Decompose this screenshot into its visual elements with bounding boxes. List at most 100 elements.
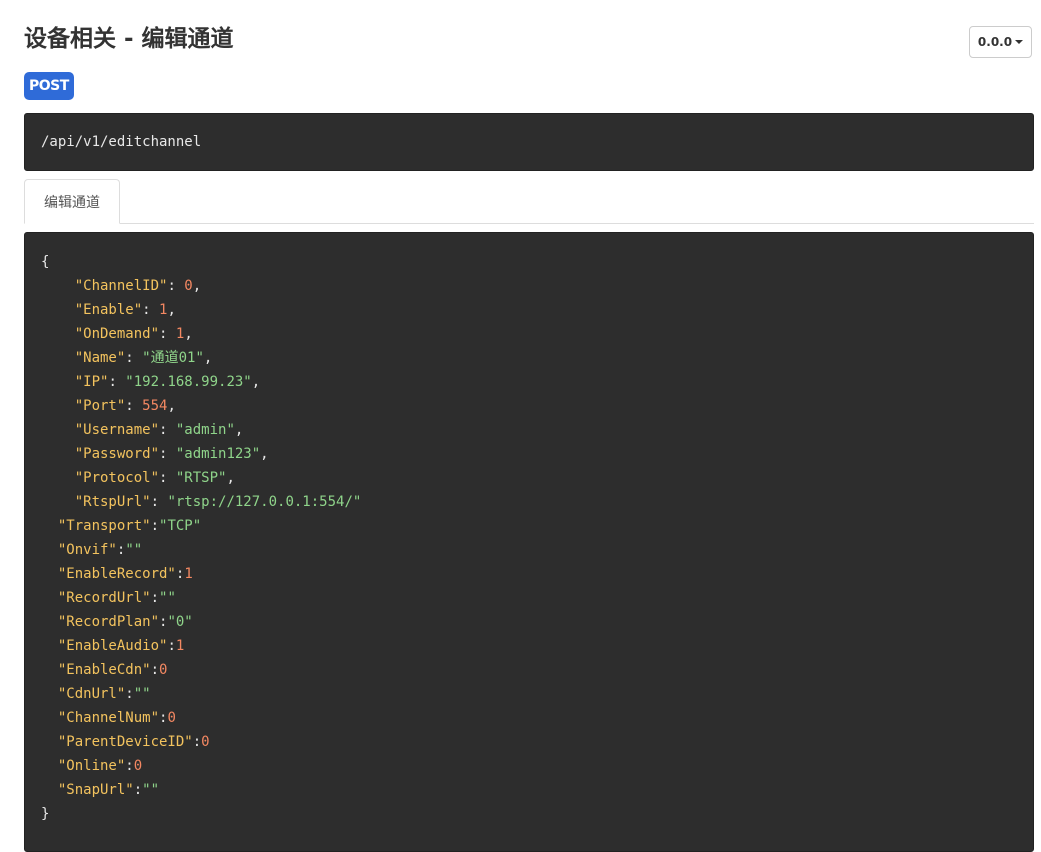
code-token: "Transport" (57, 518, 151, 534)
code-token: "RecordUrl" (57, 590, 151, 606)
code-line: "Password": "admin123", (41, 442, 1017, 466)
code-token: "OnDemand" (74, 326, 160, 342)
code-token: 0 (159, 662, 168, 678)
code-line: "RtspUrl": "rtsp://127.0.0.1:554/" (41, 490, 1017, 514)
code-token: : (125, 758, 134, 774)
code-token: "" (159, 590, 176, 606)
code-token: } (41, 806, 50, 822)
code-token: , (167, 398, 176, 414)
code-token: : (159, 422, 176, 438)
request-body-code-block: { "ChannelID": 0, "Enable": 1, "OnDemand… (24, 232, 1034, 852)
code-line: } (41, 802, 1017, 826)
code-token: "Password" (74, 446, 160, 462)
code-token: "Enable" (74, 302, 143, 318)
code-token: , (192, 278, 202, 294)
code-token: "" (142, 782, 160, 798)
code-line: "Name": "通道01", (41, 346, 1017, 370)
code-token: "IP" (74, 374, 109, 390)
code-line: "Enable": 1, (41, 298, 1017, 322)
version-dropdown-button[interactable]: 0.0.0 (969, 26, 1032, 58)
code-token: : (142, 302, 160, 318)
code-token: "Protocol" (74, 470, 160, 486)
code-token: : (159, 326, 176, 342)
code-token: "CdnUrl" (57, 686, 126, 702)
code-line: "Onvif":"" (41, 538, 1017, 562)
code-line: "Port": 554, (41, 394, 1017, 418)
code-line: "Online":0 (41, 754, 1017, 778)
page-title: 设备相关 - 编辑通道 (24, 26, 234, 52)
code-token: : (108, 374, 126, 390)
code-line: "OnDemand": 1, (41, 322, 1017, 346)
code-line: "ChannelNum":0 (41, 706, 1017, 730)
code-line: { (41, 250, 1017, 274)
code-line: "RecordUrl":"" (41, 586, 1017, 610)
code-token: : (167, 278, 185, 294)
code-token: "Name" (74, 350, 126, 366)
code-token: "SnapUrl" (57, 782, 134, 798)
code-line: "ParentDeviceID":0 (41, 730, 1017, 754)
code-token: : (159, 446, 176, 462)
code-token: "EnableRecord" (57, 566, 176, 582)
code-token: "EnableAudio" (57, 638, 168, 654)
code-token: , (234, 422, 244, 438)
code-token: "RtspUrl" (74, 494, 151, 510)
code-line: "IP": "192.168.99.23", (41, 370, 1017, 394)
code-token: "" (125, 542, 143, 558)
code-line: "EnableCdn":0 (41, 658, 1017, 682)
code-token: 1 (175, 638, 185, 654)
endpoint-url: /api/v1/editchannel (41, 134, 202, 150)
code-token: : (133, 782, 143, 798)
code-token: "" (133, 686, 151, 702)
code-token: "rtsp://127.0.0.1:554/" (167, 494, 362, 510)
code-line: "EnableAudio":1 (41, 634, 1017, 658)
caret-down-icon (1015, 40, 1024, 44)
version-label: 0.0.0 (977, 35, 1013, 49)
code-token: "Online" (57, 758, 126, 774)
code-token: , (251, 374, 261, 390)
code-token: "Username" (74, 422, 160, 438)
code-token: "RTSP" (175, 470, 227, 486)
code-token: , (184, 326, 193, 342)
code-line: "ChannelID": 0, (41, 274, 1017, 298)
code-token: "Port" (74, 398, 126, 414)
code-token: "RecordPlan" (57, 614, 160, 630)
code-token: : (125, 398, 143, 414)
code-token: , (226, 470, 235, 486)
code-token: "Onvif" (57, 542, 117, 558)
code-token: , (260, 446, 269, 462)
code-line: "CdnUrl":"" (41, 682, 1017, 706)
code-token: "ParentDeviceID" (57, 734, 193, 750)
code-token: 1 (184, 566, 193, 582)
code-token: : (150, 590, 160, 606)
code-line: "EnableRecord":1 (41, 562, 1017, 586)
code-token: : (150, 518, 160, 534)
code-token: , (167, 302, 176, 318)
http-method-badge: POST (24, 72, 74, 100)
json-code: { "ChannelID": 0, "Enable": 1, "OnDemand… (41, 250, 1017, 826)
code-token: : (167, 638, 176, 654)
code-token: : (125, 350, 143, 366)
code-line: "Transport":"TCP" (41, 514, 1017, 538)
code-token: : (125, 686, 134, 702)
code-token: : (192, 734, 202, 750)
code-token: "192.168.99.23" (125, 374, 252, 390)
code-token: 0 (167, 710, 176, 726)
code-line: "SnapUrl":"" (41, 778, 1017, 802)
code-token: 554 (142, 398, 168, 414)
code-line: "Protocol": "RTSP", (41, 466, 1017, 490)
endpoint-box: /api/v1/editchannel (24, 113, 1034, 171)
tab-divider (24, 223, 1034, 224)
code-token: "0" (167, 614, 193, 630)
code-token: { (41, 254, 50, 270)
code-token: "TCP" (159, 518, 202, 534)
code-token: "admin123" (175, 446, 261, 462)
code-line: "Username": "admin", (41, 418, 1017, 442)
code-token: : (150, 662, 160, 678)
tab-edit-channel[interactable]: 编辑通道 (24, 179, 120, 224)
tab-label: 编辑通道 (44, 194, 100, 211)
code-token: : (150, 494, 168, 510)
code-token: : (159, 470, 176, 486)
code-token: 0 (184, 278, 193, 294)
code-token: 0 (133, 758, 143, 774)
code-token: "admin" (175, 422, 235, 438)
